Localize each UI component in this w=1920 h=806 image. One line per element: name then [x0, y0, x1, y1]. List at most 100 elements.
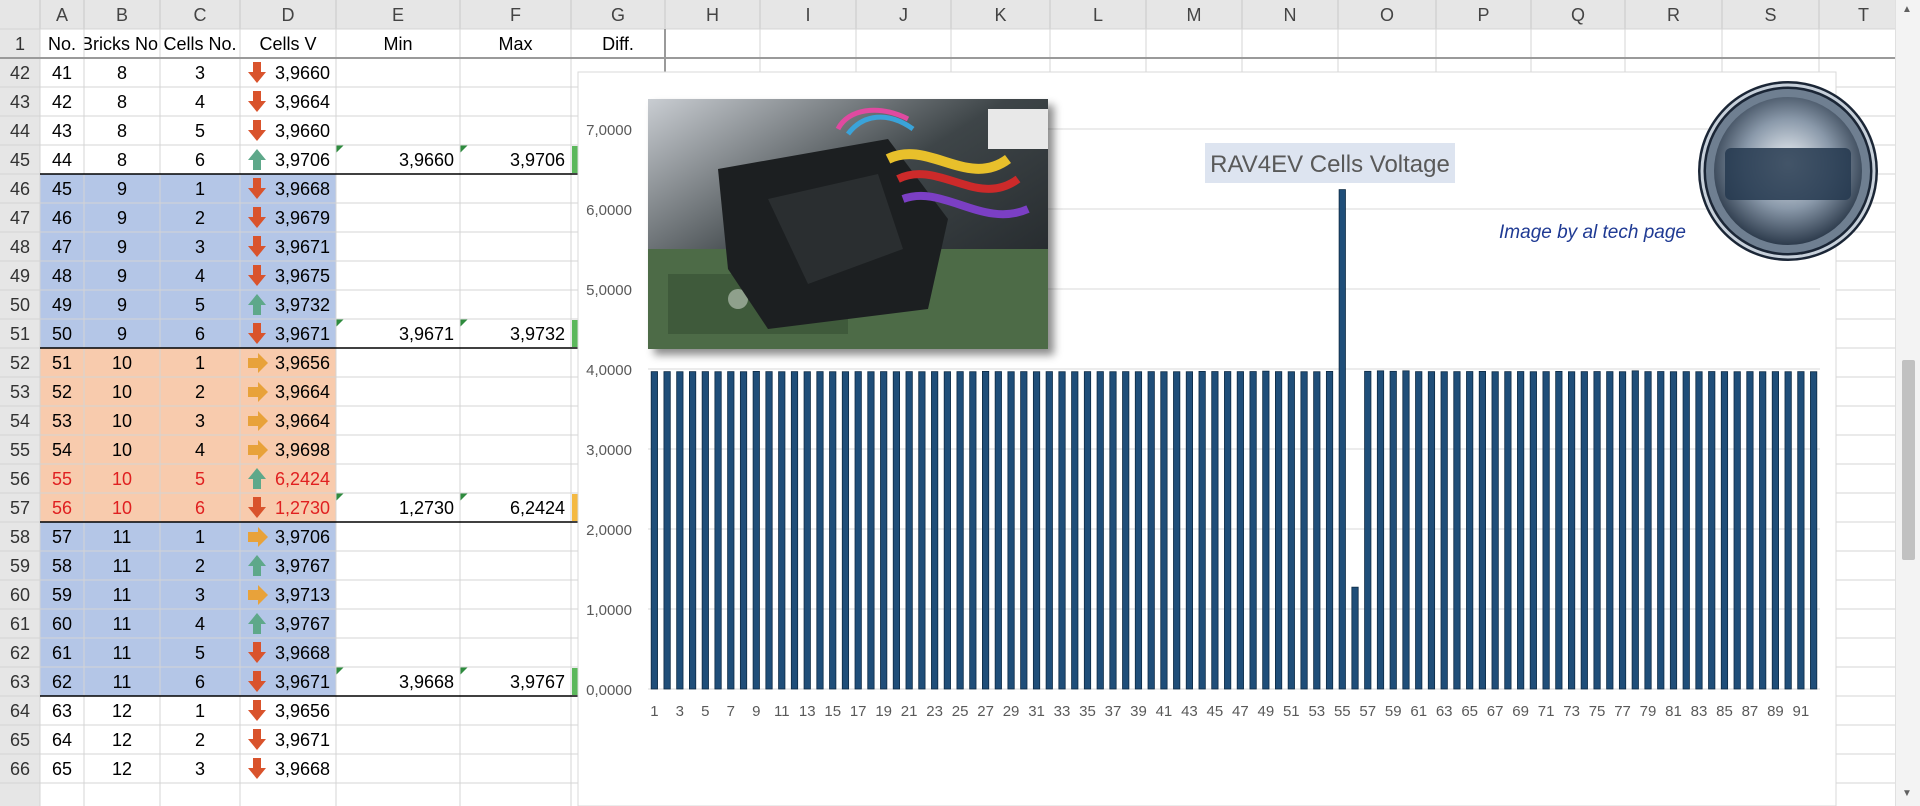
header-cell[interactable]: Min [336, 29, 460, 58]
chart-bar[interactable] [1173, 371, 1181, 690]
row-number[interactable]: 46 [10, 179, 30, 199]
cell-no[interactable]: 42 [52, 92, 72, 112]
cell-no[interactable]: 49 [52, 295, 72, 315]
cell-cell-no[interactable]: 2 [195, 556, 205, 576]
chart-bar[interactable] [1058, 371, 1066, 690]
chart-bar[interactable] [1402, 370, 1410, 690]
cell-voltage[interactable]: 3,9679 [275, 208, 330, 228]
chart-bar[interactable] [956, 371, 964, 690]
row-number[interactable]: 45 [10, 150, 30, 170]
cell-voltage[interactable]: 3,9664 [275, 92, 330, 112]
chart-bar[interactable] [1580, 371, 1588, 690]
cell-no[interactable]: 44 [52, 150, 72, 170]
cell-cell-no[interactable]: 5 [195, 643, 205, 663]
chart-bar[interactable] [905, 371, 913, 690]
cell-brick[interactable]: 8 [117, 63, 127, 83]
cell-cell-no[interactable]: 1 [195, 353, 205, 373]
cell-cell-no[interactable]: 3 [195, 759, 205, 779]
chart-bar[interactable] [1313, 371, 1321, 690]
row-number[interactable]: 63 [10, 672, 30, 692]
row-number[interactable]: 42 [10, 63, 30, 83]
cell-cell-no[interactable]: 6 [195, 324, 205, 344]
row-number[interactable]: 58 [10, 527, 30, 547]
cell-brick[interactable]: 9 [117, 208, 127, 228]
cell-no[interactable]: 54 [52, 440, 72, 460]
chart-bar[interactable] [829, 371, 837, 690]
chart-bar[interactable] [1045, 371, 1053, 690]
scroll-up-icon[interactable]: ▲ [1902, 4, 1912, 15]
cell-no[interactable]: 64 [52, 730, 72, 750]
cell-no[interactable]: 59 [52, 585, 72, 605]
chart-bar[interactable] [1071, 371, 1079, 690]
row-number[interactable]: 49 [10, 266, 30, 286]
cell-no[interactable]: 43 [52, 121, 72, 141]
chart-bar[interactable] [1631, 370, 1639, 690]
column-header-n[interactable]: N [1284, 5, 1297, 25]
chart-bar[interactable] [918, 371, 926, 690]
cell-voltage[interactable]: 3,9767 [275, 614, 330, 634]
chart-bar[interactable] [867, 371, 875, 690]
row-number[interactable]: 57 [10, 498, 30, 518]
row-number[interactable]: 56 [10, 469, 30, 489]
cell-brick[interactable]: 11 [113, 672, 132, 692]
chart-bar[interactable] [1211, 371, 1219, 690]
cell-no[interactable]: 51 [52, 353, 72, 373]
chart-bar[interactable] [1109, 371, 1117, 690]
chart-bar[interactable] [1427, 371, 1436, 690]
cell-min[interactable]: 3,9660 [399, 150, 454, 170]
cell-brick[interactable]: 11 [113, 556, 132, 576]
cell-voltage[interactable]: 3,9664 [275, 382, 330, 402]
column-header-e[interactable]: E [392, 5, 404, 25]
chart-bar[interactable] [1593, 371, 1601, 690]
column-header-d[interactable]: D [282, 5, 295, 25]
header-cell[interactable]: Diff. [571, 29, 665, 58]
cell-brick[interactable]: 8 [117, 150, 127, 170]
cell-voltage[interactable]: 3,9698 [275, 440, 330, 460]
chart-bar[interactable] [1160, 371, 1168, 690]
chart-bar[interactable] [1759, 371, 1767, 690]
cell-no[interactable]: 50 [52, 324, 72, 344]
chart-bar[interactable] [1275, 371, 1283, 690]
chart-bar[interactable] [1083, 371, 1092, 690]
cell-cell-no[interactable]: 2 [195, 730, 205, 750]
cell-voltage[interactable]: 6,2424 [275, 469, 330, 489]
row-number[interactable]: 66 [10, 759, 30, 779]
chart-bar[interactable] [1325, 370, 1334, 690]
chart-bar[interactable] [1007, 371, 1015, 690]
cell-voltage[interactable]: 3,9660 [275, 121, 330, 141]
chart-bar[interactable] [854, 371, 862, 690]
row-number[interactable]: 44 [10, 121, 30, 141]
chart-title[interactable]: RAV4EV Cells Voltage [1210, 151, 1450, 178]
cell-cell-no[interactable]: 1 [195, 701, 205, 721]
chart-bar[interactable] [1784, 371, 1792, 690]
cell-no[interactable]: 63 [52, 701, 72, 721]
chart-bar[interactable] [1504, 371, 1512, 690]
cell-voltage[interactable]: 3,9767 [275, 556, 330, 576]
chart-bar[interactable] [1797, 371, 1805, 690]
column-header-h[interactable]: H [706, 5, 719, 25]
cell-no[interactable]: 53 [52, 411, 72, 431]
scrollbar-thumb[interactable] [1902, 360, 1915, 560]
chart-bar[interactable] [1606, 371, 1614, 690]
chart-bar[interactable] [1440, 371, 1448, 690]
cell-cell-no[interactable]: 3 [195, 411, 205, 431]
column-header-l[interactable]: L [1093, 5, 1103, 25]
cell-brick[interactable]: 11 [113, 643, 132, 663]
chart-bar[interactable] [689, 371, 697, 690]
row-number[interactable]: 61 [10, 614, 30, 634]
cell-voltage[interactable]: 3,9671 [275, 237, 330, 257]
chart-bar[interactable] [1351, 586, 1359, 690]
chart-bar[interactable] [803, 371, 811, 690]
row-number[interactable]: 52 [10, 353, 30, 373]
chart-bar[interactable] [1657, 371, 1665, 690]
cell-cell-no[interactable]: 3 [195, 63, 205, 83]
chart-bar[interactable] [1810, 371, 1818, 690]
row-number[interactable]: 62 [10, 643, 30, 663]
header-cell[interactable]: Cells V [240, 29, 336, 58]
cell-no[interactable]: 65 [52, 759, 72, 779]
column-header-k[interactable]: K [994, 5, 1006, 25]
column-header-a[interactable]: A [56, 5, 68, 25]
chart-bar[interactable] [1771, 371, 1779, 690]
cell-voltage[interactable]: 3,9675 [275, 266, 330, 286]
chart-bar[interactable] [1185, 371, 1193, 690]
